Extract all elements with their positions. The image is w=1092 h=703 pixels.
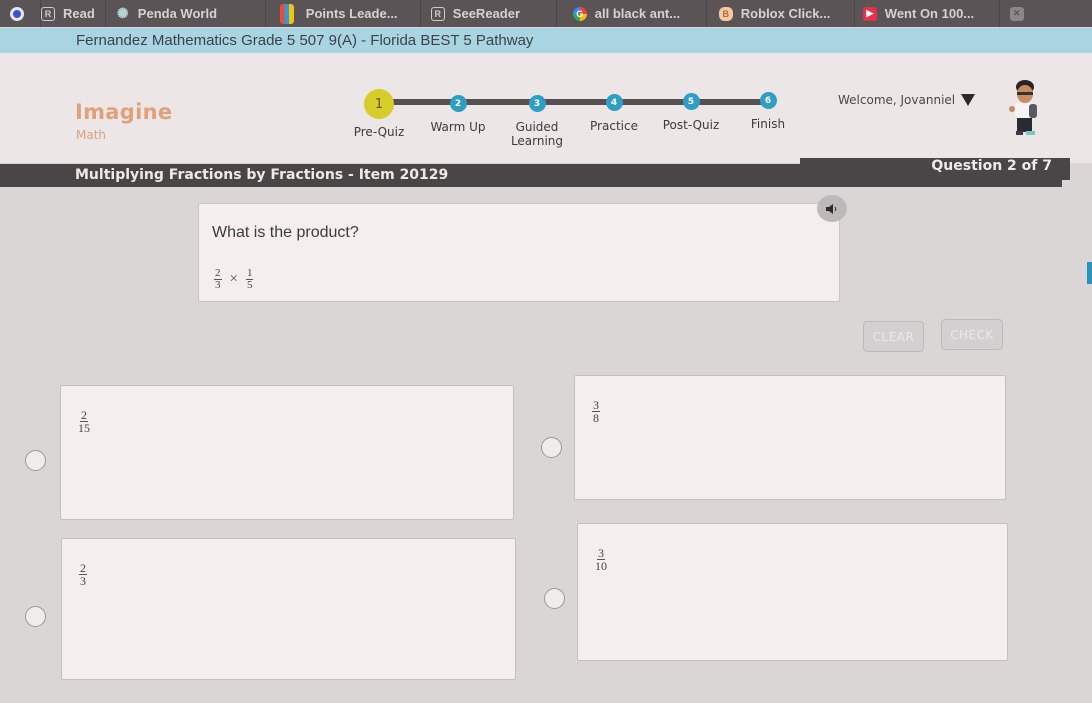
step-post-quiz[interactable]: 5 Post-Quiz xyxy=(651,93,731,132)
bookmark-profile[interactable] xyxy=(0,0,41,27)
speaker-icon xyxy=(826,203,837,214)
google-icon: G xyxy=(572,6,587,21)
step-number: 5 xyxy=(682,93,700,110)
bookmark-label: Penda World xyxy=(137,6,218,21)
question-prompt: What is the product? xyxy=(212,224,359,241)
read-aloud-button[interactable] xyxy=(817,195,847,222)
r-icon: R xyxy=(41,6,55,21)
bookmark-icon: ✕ xyxy=(1009,6,1024,21)
bookmark-roblox[interactable]: B Roblox Click... xyxy=(707,0,855,27)
user-menu[interactable]: Welcome, Jovanniel xyxy=(838,93,976,107)
check-button[interactable]: CHECK xyxy=(941,319,1003,350)
penda-icon: ✺ xyxy=(116,5,129,21)
option-radio-b[interactable] xyxy=(541,437,562,458)
avatar[interactable] xyxy=(1004,78,1044,140)
clear-button[interactable]: CLEAR xyxy=(863,321,924,352)
bookmark-youtube-video[interactable]: ▶ Went On 100... xyxy=(855,0,1000,27)
bookmark-label: Roblox Click... xyxy=(740,6,831,21)
step-finish[interactable]: 6 Finish xyxy=(728,92,808,131)
option-radio-d[interactable] xyxy=(544,588,565,609)
course-title: Fernandez Mathematics Grade 5 507 9(A) -… xyxy=(76,32,534,49)
step-number: 1 xyxy=(364,89,394,119)
points-leaderboard-icon xyxy=(279,3,294,24)
caret-down-icon xyxy=(961,94,976,106)
bookmarks-bar: R Read ✺ Penda World Points Leade... R S… xyxy=(0,0,1092,27)
option-fraction: 3 10 xyxy=(595,547,607,572)
step-warm-up[interactable]: 2 Warm Up xyxy=(418,95,498,134)
item-title: Multiplying Fractions by Fractions - Ite… xyxy=(75,167,449,183)
welcome-text: Welcome, Jovanniel xyxy=(838,93,956,107)
step-pre-quiz[interactable]: 1 Pre-Quiz xyxy=(339,89,419,139)
step-label: Practice xyxy=(590,119,638,133)
option-fraction: 2 15 xyxy=(78,409,90,434)
answer-option-b[interactable]: 3 8 xyxy=(574,375,1006,500)
answer-option-c[interactable]: 2 3 xyxy=(61,538,516,680)
logo-math: Math xyxy=(76,128,107,142)
roblox-icon: B xyxy=(718,6,733,21)
bookmark-label: Went On 100... xyxy=(884,6,975,21)
item-title-bar: Multiplying Fractions by Fractions - Ite… xyxy=(0,158,1062,187)
r-icon: R xyxy=(430,6,445,21)
option-radio-c[interactable] xyxy=(25,606,46,627)
lesson-header: Imagine Math 1 Pre-Quiz 2 Warm Up 3 Guid… xyxy=(0,53,1092,163)
denominator: 5 xyxy=(246,279,253,291)
chrome-profile-icon xyxy=(10,6,24,21)
denominator: 10 xyxy=(595,559,607,573)
step-number: 4 xyxy=(605,94,623,111)
step-label: Finish xyxy=(750,117,786,131)
bookmark-other[interactable]: ✕ xyxy=(1000,0,1042,27)
step-number: 6 xyxy=(759,92,777,109)
bookmark-read[interactable]: R Read xyxy=(41,0,106,27)
bookmark-label: all black ant... xyxy=(594,6,681,21)
step-label: Guided Learning xyxy=(510,120,564,148)
denominator: 8 xyxy=(593,411,599,425)
course-title-bar: Fernandez Mathematics Grade 5 507 9(A) -… xyxy=(0,28,1092,53)
bookmark-label: Points Leade... xyxy=(305,6,398,21)
bookmark-penda-world[interactable]: ✺ Penda World xyxy=(106,0,266,27)
denominator: 3 xyxy=(215,279,221,291)
step-practice[interactable]: 4 Practice xyxy=(574,94,654,133)
bookmark-label: Read xyxy=(63,6,95,21)
operator: × xyxy=(229,271,238,287)
bookmark-points-leaderboard[interactable]: Points Leade... xyxy=(266,0,421,27)
bookmark-label: SeeReader xyxy=(452,6,521,21)
question-box: What is the product? 2 3 × 1 5 xyxy=(198,203,840,302)
option-fraction: 3 8 xyxy=(592,399,600,424)
step-label: Pre-Quiz xyxy=(353,125,405,139)
option-radio-a[interactable] xyxy=(25,450,46,471)
denominator: 15 xyxy=(78,421,90,435)
question-counter: Question 2 of 7 xyxy=(931,158,1052,174)
answer-option-d[interactable]: 3 10 xyxy=(577,523,1008,661)
step-label: Post-Quiz xyxy=(662,118,720,132)
youtube-icon: ▶ xyxy=(862,6,877,21)
fraction-left: 2 3 xyxy=(214,268,222,291)
answer-option-a[interactable]: 2 15 xyxy=(60,385,514,520)
bookmark-google-search[interactable]: G all black ant... xyxy=(557,0,707,27)
step-label: Warm Up xyxy=(430,120,486,134)
step-number: 3 xyxy=(528,95,546,112)
bookmark-seereader[interactable]: R SeeReader xyxy=(421,0,557,27)
step-guided-learning[interactable]: 3 Guided Learning xyxy=(497,95,577,148)
step-number: 2 xyxy=(449,95,467,112)
fraction-right: 1 5 xyxy=(245,268,254,291)
denominator: 3 xyxy=(80,574,86,588)
question-expression: 2 3 × 1 5 xyxy=(214,268,254,291)
option-fraction: 2 3 xyxy=(79,562,87,587)
side-panel-tab[interactable] xyxy=(1087,262,1092,284)
logo-imagine: Imagine xyxy=(75,100,173,124)
